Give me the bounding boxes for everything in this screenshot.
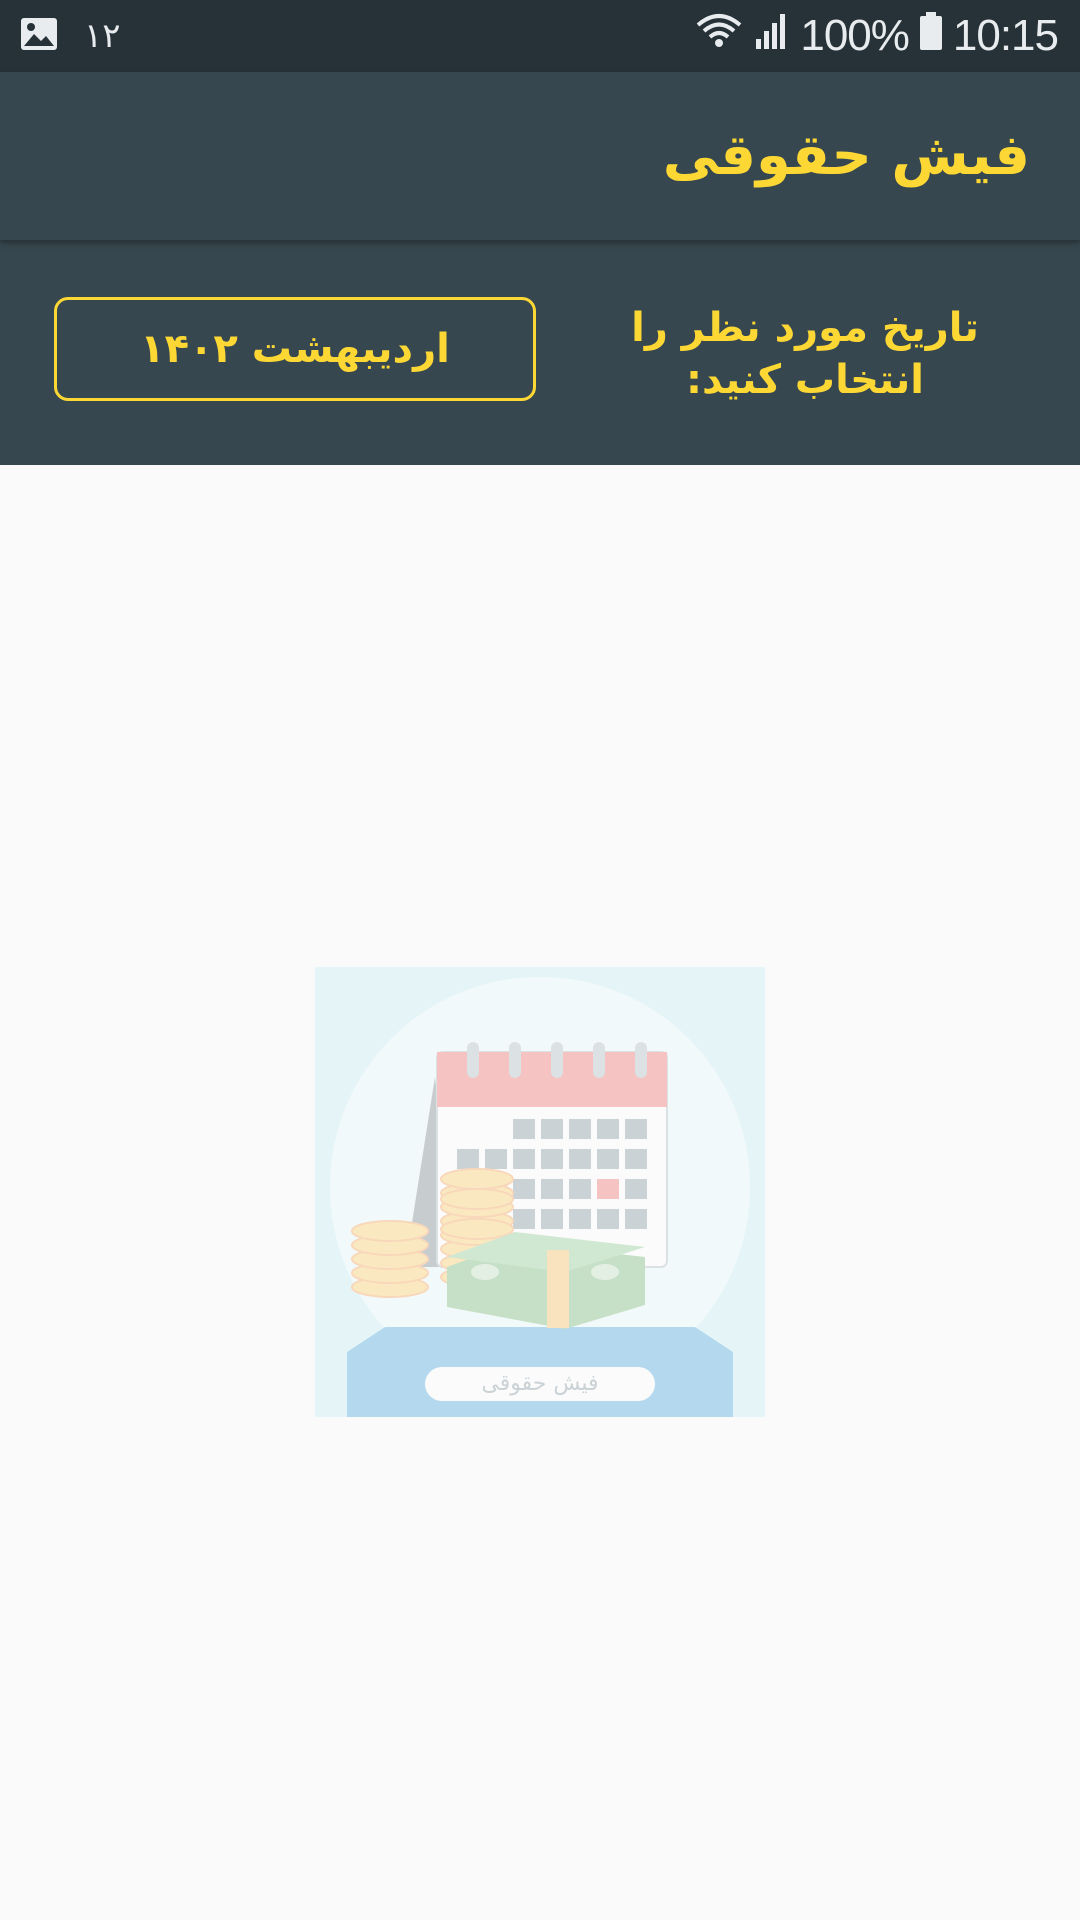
- logo-label: فیش حقوقی: [481, 1371, 599, 1396]
- app-bar: فیش حقوقی: [0, 72, 1080, 240]
- page-title: فیش حقوقی: [662, 123, 1030, 188]
- notification-count: ۱۲: [84, 16, 121, 56]
- image-icon: [20, 17, 58, 55]
- wifi-icon: [694, 11, 744, 62]
- date-prompt-label: تاریخ مورد نظر را انتخاب کنید:: [631, 305, 979, 403]
- signal-icon: [754, 11, 790, 62]
- date-selection-panel: تاریخ مورد نظر را انتخاب کنید: اردیبهشت …: [0, 240, 1080, 465]
- status-bar: ۱۲ 100% 10:15: [0, 0, 1080, 72]
- battery-icon: [919, 11, 943, 62]
- date-picker-button[interactable]: اردیبهشت ۱۴۰۲: [54, 297, 536, 401]
- app-logo: فیش حقوقی: [315, 967, 765, 1417]
- battery-level: 100%: [800, 11, 910, 60]
- calendar-money-logo: [315, 967, 765, 1417]
- clock: 10:15: [952, 11, 1059, 60]
